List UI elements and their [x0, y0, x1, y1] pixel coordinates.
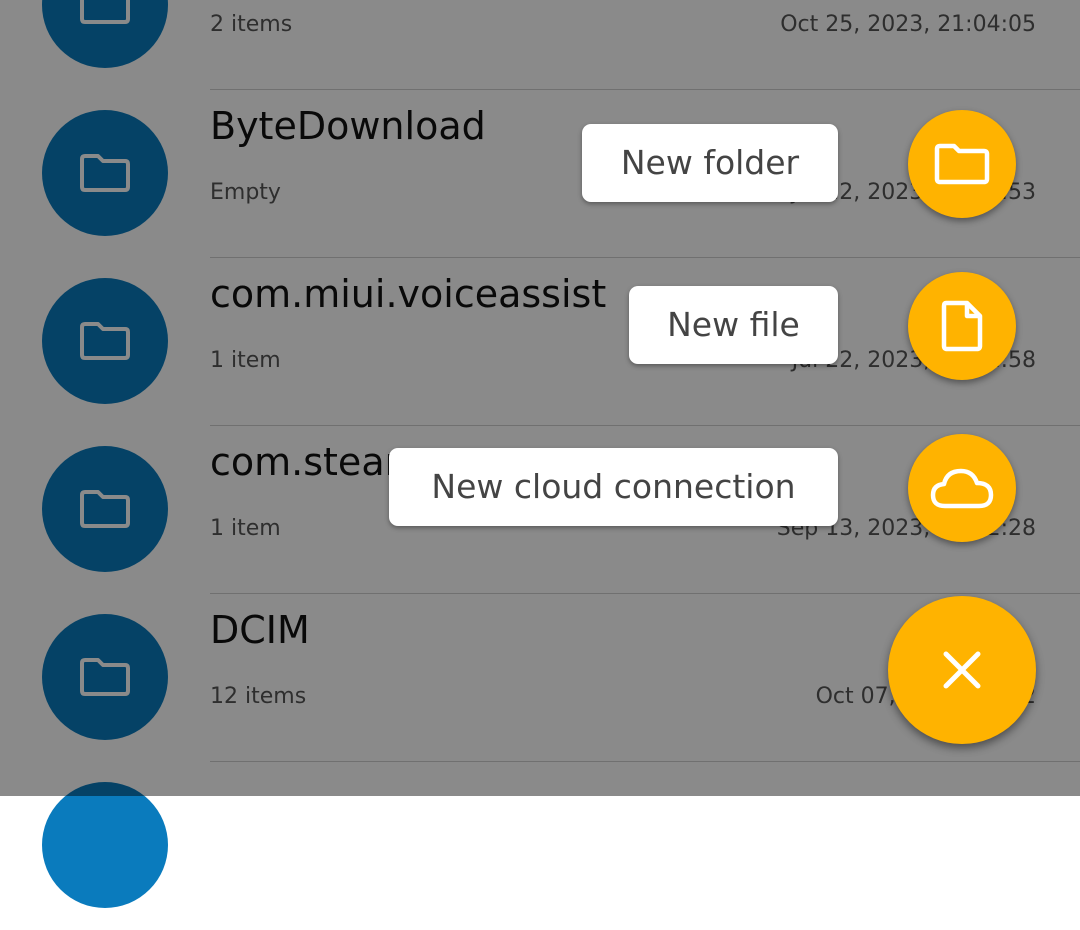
folder-avatar [42, 782, 168, 908]
new-file-button[interactable] [908, 272, 1016, 380]
folder-icon [934, 143, 990, 185]
cloud-icon [930, 468, 994, 509]
new-file-label[interactable]: New file [629, 286, 838, 364]
new-cloud-connection-button[interactable] [908, 434, 1016, 542]
close-icon [943, 651, 981, 689]
close-menu-button[interactable] [888, 596, 1036, 744]
new-folder-label[interactable]: New folder [582, 124, 838, 202]
new-folder-button[interactable] [908, 110, 1016, 218]
new-cloud-connection-label[interactable]: New cloud connection [389, 448, 838, 526]
file-icon [941, 300, 983, 352]
